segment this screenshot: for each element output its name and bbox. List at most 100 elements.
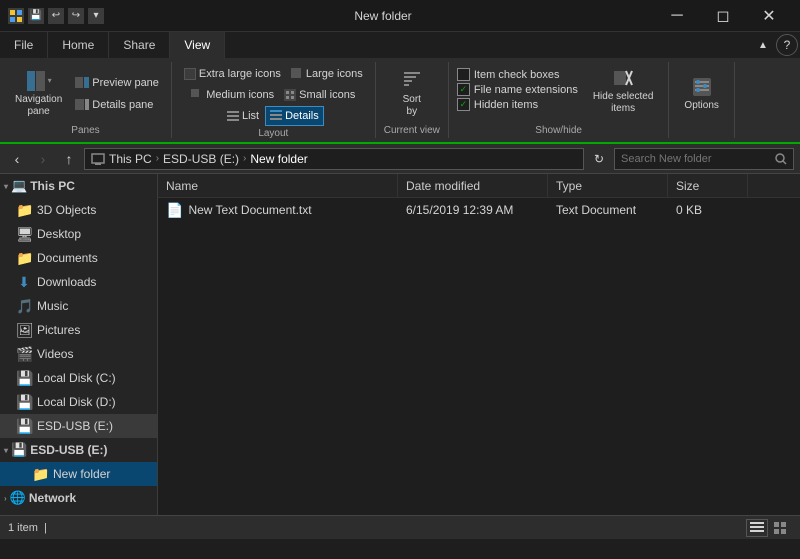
address-path[interactable]: This PC › ESD-USB (E:) › New folder bbox=[84, 148, 584, 170]
undo-quick-icon[interactable]: ↩ bbox=[48, 8, 64, 24]
file-list: 📄 New Text Document.txt 6/15/2019 12:39 … bbox=[158, 198, 800, 515]
col-type[interactable]: Type bbox=[548, 174, 668, 197]
col-name[interactable]: Name bbox=[158, 174, 398, 197]
thispc-icon: 💻 bbox=[11, 178, 27, 194]
file-name-extensions-option[interactable]: ✓ File name extensions bbox=[457, 83, 578, 96]
details-pane-button[interactable]: Details pane bbox=[71, 95, 163, 115]
esdusb-icon: 💾 bbox=[16, 418, 32, 435]
file-name-extensions-checkbox[interactable]: ✓ bbox=[457, 83, 470, 96]
pictures-label: Pictures bbox=[37, 323, 80, 337]
tab-home[interactable]: Home bbox=[48, 32, 109, 58]
sidebar-item-desktop[interactable]: 🖥 Desktop bbox=[0, 222, 157, 246]
sidebar-item-newfolder[interactable]: 📁 New folder bbox=[0, 462, 157, 486]
ribbon-collapse-button[interactable]: ▲ bbox=[752, 34, 774, 56]
sidebar-item-3dobjects[interactable]: 📁 3D Objects bbox=[0, 198, 157, 222]
sidebar-section-thispc[interactable]: ▾ 💻 This PC bbox=[0, 174, 157, 198]
close-button[interactable]: ✕ bbox=[746, 0, 792, 32]
small-icons-button[interactable]: Small icons bbox=[280, 85, 359, 105]
sidebar-item-documents[interactable]: 📁 Documents bbox=[0, 246, 157, 270]
path-esb[interactable]: ESD-USB (E:) bbox=[163, 152, 239, 166]
layout-row-1: Extra large icons Large icons bbox=[180, 64, 367, 84]
refresh-button[interactable]: ↻ bbox=[588, 148, 610, 170]
tab-share[interactable]: Share bbox=[109, 32, 170, 58]
extra-large-icons-button[interactable]: Extra large icons bbox=[180, 64, 285, 84]
current-view-group: Sort by Current view bbox=[376, 62, 449, 138]
sidebar-section-esdusbe[interactable]: ▾ 💾 ESD-USB (E:) bbox=[0, 438, 157, 462]
hide-selected-button[interactable]: Hide selected items bbox=[586, 64, 661, 118]
sidebar-item-esdusb[interactable]: 💾 ESD-USB (E:) bbox=[0, 414, 157, 438]
sidebar-item-pictures[interactable]: 🖼 Pictures bbox=[0, 318, 157, 342]
path-thispc[interactable]: This PC bbox=[109, 152, 152, 166]
minimize-button[interactable]: ─ bbox=[654, 0, 700, 32]
downloads-label: Downloads bbox=[37, 275, 96, 289]
pane-sub-buttons: Preview pane Details pane bbox=[71, 73, 163, 115]
sidebar-item-music[interactable]: 🎵 Music bbox=[0, 294, 157, 318]
maximize-button[interactable]: ◻ bbox=[700, 0, 746, 32]
file-size-cell: 0 KB bbox=[668, 203, 748, 217]
tab-view[interactable]: View bbox=[170, 32, 225, 60]
file-type: Text Document bbox=[556, 203, 636, 217]
sort-by-button[interactable]: Sort by bbox=[392, 67, 432, 121]
desktop-icon: 🖥 bbox=[16, 226, 32, 243]
hidden-items-checkbox[interactable]: ✓ bbox=[457, 98, 470, 111]
medium-icons-button[interactable]: Medium icons bbox=[187, 85, 278, 105]
videos-icon: 🎬 bbox=[16, 346, 32, 363]
list-button[interactable]: List bbox=[223, 106, 263, 126]
show-hide-checkboxes: Item check boxes ✓ File name extensions … bbox=[457, 64, 578, 115]
sidebar-item-localc[interactable]: 💾 Local Disk (C:) bbox=[0, 366, 157, 390]
hidden-items-label: Hidden items bbox=[474, 99, 538, 111]
sidebar-item-videos[interactable]: 🎬 Videos bbox=[0, 342, 157, 366]
sort-icon bbox=[402, 70, 422, 92]
options-button[interactable]: Options bbox=[677, 67, 725, 121]
details-view-button[interactable] bbox=[746, 519, 768, 537]
customize-quick-access[interactable]: ▾ bbox=[88, 8, 104, 24]
ribbon-tabs: File Home Share View ▲ ? bbox=[0, 32, 800, 58]
status-cursor: | bbox=[41, 522, 47, 534]
navigation-pane-button[interactable]: ▾ Navigation pane bbox=[8, 67, 69, 121]
nav-pane-icon bbox=[26, 70, 46, 92]
back-button[interactable]: ‹ bbox=[6, 148, 28, 170]
col-size[interactable]: Size bbox=[668, 174, 748, 197]
redo-quick-icon[interactable]: ↪ bbox=[68, 8, 84, 24]
search-icon bbox=[775, 153, 787, 165]
esdusb-label: ESD-USB (E:) bbox=[37, 419, 113, 433]
up-button[interactable]: ↑ bbox=[58, 148, 80, 170]
esdusbe-section-label: ESD-USB (E:) bbox=[30, 443, 107, 457]
file-size: 0 KB bbox=[676, 203, 702, 217]
main-content: ▾ 💻 This PC 📁 3D Objects 🖥 Desktop 📁 Doc… bbox=[0, 174, 800, 515]
item-checkboxes-label: Item check boxes bbox=[474, 69, 560, 81]
save-quick-icon[interactable]: 💾 bbox=[28, 8, 44, 24]
status-views bbox=[746, 519, 792, 537]
layout-group: Extra large icons Large icons Medium ico… bbox=[172, 62, 376, 138]
details-button[interactable]: Details bbox=[265, 106, 324, 126]
search-box[interactable] bbox=[614, 148, 794, 170]
sidebar-section-network[interactable]: › 🌐 Network bbox=[0, 486, 157, 510]
item-checkboxes-checkbox[interactable] bbox=[457, 68, 470, 81]
forward-button[interactable]: › bbox=[32, 148, 54, 170]
preview-pane-button[interactable]: Preview pane bbox=[71, 73, 163, 93]
downloads-icon: ⬇ bbox=[16, 274, 32, 291]
col-size-label: Size bbox=[676, 179, 699, 193]
search-input[interactable] bbox=[621, 153, 771, 165]
newfolder-label: New folder bbox=[53, 467, 110, 481]
details-view-icon bbox=[750, 522, 764, 534]
large-icons-button[interactable]: Large icons bbox=[287, 64, 367, 84]
path-pc-icon bbox=[91, 152, 105, 166]
quick-access-toolbar: 💾 ↩ ↪ ▾ bbox=[8, 8, 104, 24]
title-bar: 💾 ↩ ↪ ▾ New folder ─ ◻ ✕ bbox=[0, 0, 800, 32]
help-button[interactable]: ? bbox=[776, 34, 798, 56]
nav-pane-label: Navigation pane bbox=[15, 94, 62, 118]
sidebar-item-downloads[interactable]: ⬇ Downloads bbox=[0, 270, 157, 294]
sidebar-item-locald[interactable]: 💾 Local Disk (D:) bbox=[0, 390, 157, 414]
large-icons-view-button[interactable] bbox=[770, 519, 792, 537]
tab-file[interactable]: File bbox=[0, 32, 48, 58]
item-checkboxes-option[interactable]: Item check boxes bbox=[457, 68, 578, 81]
hidden-items-option[interactable]: ✓ Hidden items bbox=[457, 98, 578, 111]
path-newfolder[interactable]: New folder bbox=[250, 152, 307, 166]
file-date-cell: 6/15/2019 12:39 AM bbox=[398, 203, 548, 217]
table-row[interactable]: 📄 New Text Document.txt 6/15/2019 12:39 … bbox=[158, 198, 800, 222]
hide-selected-label: Hide selected items bbox=[593, 91, 654, 115]
show-hide-items: Item check boxes ✓ File name extensions … bbox=[457, 64, 661, 123]
music-icon: 🎵 bbox=[16, 298, 32, 315]
col-date[interactable]: Date modified bbox=[398, 174, 548, 197]
